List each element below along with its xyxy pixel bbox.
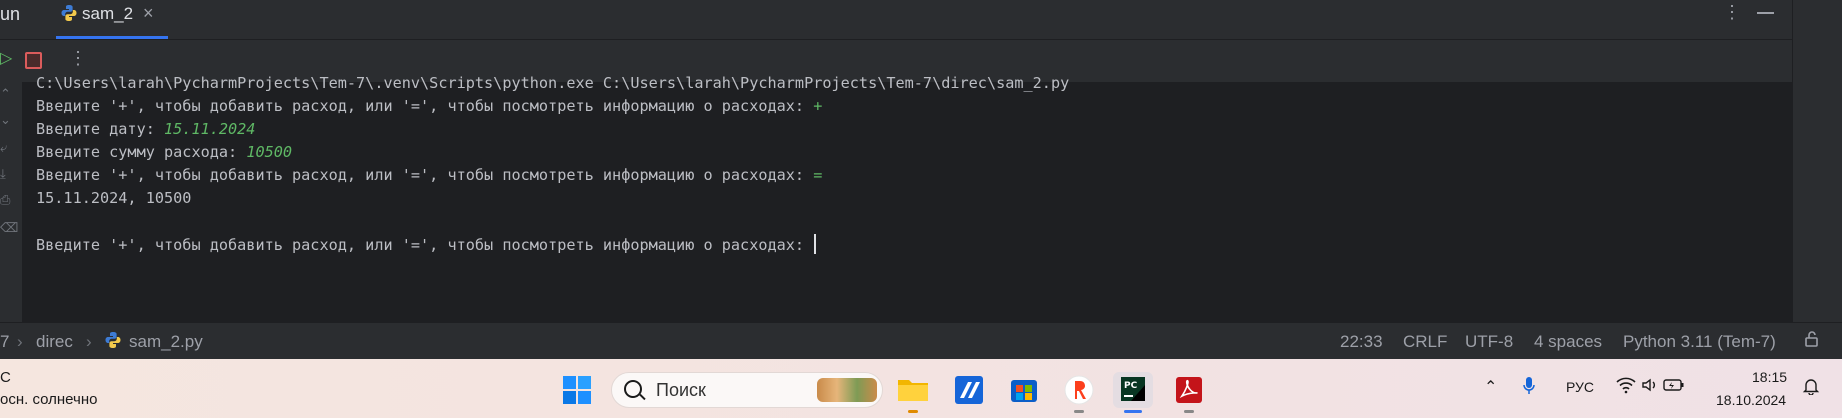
run-tab-sam-2[interactable]: sam_2 × (56, 0, 168, 39)
battery-icon[interactable] (1663, 377, 1685, 396)
speaker-icon[interactable] (1641, 376, 1659, 397)
rerun-icon[interactable]: ▷ (0, 48, 12, 68)
breadcrumb-folder[interactable]: direc (36, 332, 73, 352)
breadcrumb-root[interactable]: 7 (0, 332, 9, 352)
taskbar-search-box[interactable]: Поиск (611, 372, 883, 408)
lock-icon[interactable] (1803, 330, 1821, 353)
run-tool-window-header: un sam_2 × ⋮ (0, 0, 1792, 39)
python-icon (60, 4, 78, 27)
search-highlight-image (817, 378, 877, 402)
console-line: Введите '+', чтобы добавить расход, или … (36, 97, 823, 115)
status-bar: 7 › direc › sam_2.py 22:33 CRLF UTF-8 4 … (0, 322, 1842, 360)
console-line: Введите сумму расхода: 10500 (36, 143, 293, 161)
windows-taskbar: C осн. солнечно Поиск PC ⌃ РУС 18:15 18.… (0, 359, 1842, 418)
soft-wrap-icon[interactable]: ⤶ (0, 140, 7, 156)
search-placeholder: Поиск (656, 380, 706, 400)
visual-studio-icon[interactable] (949, 372, 989, 408)
running-indicator (1184, 410, 1194, 413)
svg-text:PC: PC (1124, 381, 1138, 391)
line-ending[interactable]: CRLF (1403, 332, 1447, 352)
microsoft-store-icon[interactable] (1004, 372, 1044, 408)
breadcrumb-separator-icon: › (86, 332, 92, 351)
caret-position[interactable]: 22:33 (1340, 332, 1383, 352)
scroll-up-icon[interactable]: ⌃ (0, 86, 11, 102)
scroll-down-icon[interactable]: ⌄ (0, 112, 11, 128)
clock-date[interactable]: 18.10.2024 (1716, 392, 1786, 408)
pycharm-icon[interactable]: PC (1113, 372, 1153, 413)
file-explorer-icon[interactable] (893, 372, 933, 413)
breadcrumb-separator-icon: › (17, 332, 23, 351)
breadcrumb-file[interactable]: sam_2.py (129, 332, 203, 352)
stop-button[interactable] (25, 52, 42, 69)
weather-temperature[interactable]: C (0, 369, 11, 386)
trash-icon[interactable]: ⌫ (0, 220, 18, 236)
console-line: Введите '+', чтобы добавить расход, или … (36, 234, 817, 255)
right-tool-strip (1792, 0, 1842, 322)
minimize-icon[interactable] (1756, 1, 1776, 23)
python-file-icon (104, 331, 122, 354)
scroll-to-end-icon[interactable]: ⤓ (0, 166, 6, 182)
run-tab-label: sam_2 (82, 4, 134, 23)
toolbar-more-icon[interactable]: ⋮ (69, 48, 87, 68)
pdf-reader-icon[interactable] (1169, 372, 1209, 413)
console-line: Введите дату: 15.11.2024 (36, 120, 256, 138)
active-app-indicator (1124, 410, 1142, 413)
yandex-browser-icon[interactable] (1059, 372, 1099, 413)
close-tab-icon[interactable]: × (143, 3, 154, 23)
console-gutter: ⌃ ⌄ ⤶ ⤓ ⎙ ⌫ (0, 82, 22, 322)
show-hidden-icons-chevron-icon[interactable]: ⌃ (1484, 377, 1497, 397)
file-encoding[interactable]: UTF-8 (1465, 332, 1513, 352)
microphone-icon[interactable] (1522, 376, 1536, 399)
notification-bell-icon[interactable] (1802, 377, 1820, 398)
wifi-icon[interactable] (1616, 376, 1636, 397)
python-interpreter[interactable]: Python 3.11 (Tem-7) (1623, 332, 1776, 352)
search-icon (624, 380, 642, 398)
clock-time[interactable]: 18:15 (1752, 369, 1787, 385)
more-options-icon[interactable]: ⋮ (1723, 2, 1741, 23)
input-language[interactable]: РУС (1566, 379, 1594, 395)
active-tab-indicator (56, 36, 168, 39)
text-caret (814, 234, 817, 254)
weather-description[interactable]: осн. солнечно (0, 391, 97, 408)
run-tool-window-title: un (0, 4, 21, 24)
running-indicator (908, 410, 918, 413)
console-line: Введите '+', чтобы добавить расход, или … (36, 166, 823, 184)
console-output[interactable]: C:\Users\larah\PycharmProjects\Tem-7\.ve… (22, 74, 1792, 322)
print-icon[interactable]: ⎙ (0, 192, 10, 208)
running-indicator (1074, 410, 1084, 413)
console-line: C:\Users\larah\PycharmProjects\Tem-7\.ve… (36, 74, 1070, 92)
windows-start-icon[interactable] (562, 375, 592, 405)
indent-setting[interactable]: 4 spaces (1534, 332, 1602, 352)
console-line: 15.11.2024, 10500 (36, 189, 192, 207)
